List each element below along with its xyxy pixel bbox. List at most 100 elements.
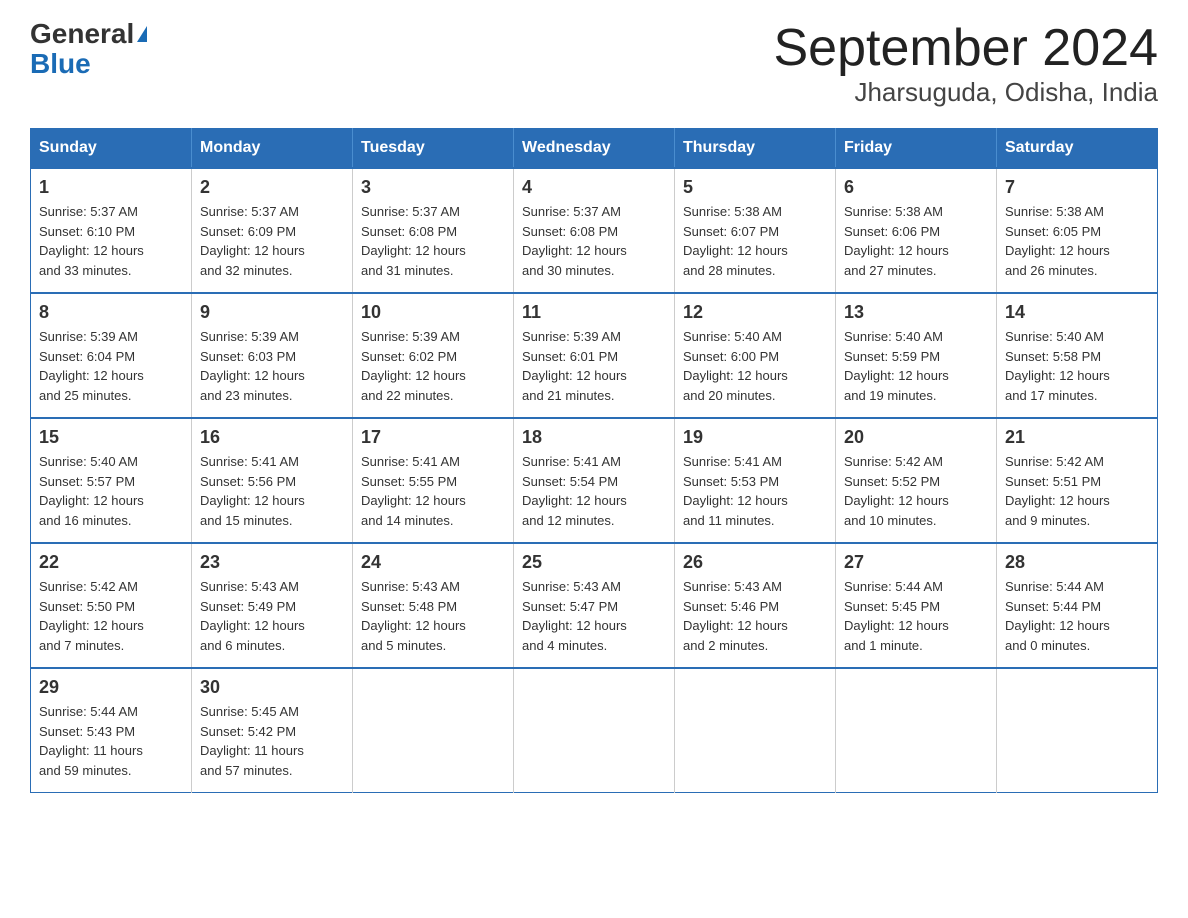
day-cell: 25 Sunrise: 5:43 AMSunset: 5:47 PMDaylig…: [514, 543, 675, 668]
day-cell: 7 Sunrise: 5:38 AMSunset: 6:05 PMDayligh…: [997, 168, 1158, 293]
day-info: Sunrise: 5:39 AMSunset: 6:03 PMDaylight:…: [200, 327, 344, 405]
day-number: 22: [39, 552, 183, 573]
header-sunday: Sunday: [31, 129, 192, 169]
day-cell: 17 Sunrise: 5:41 AMSunset: 5:55 PMDaylig…: [353, 418, 514, 543]
day-info: Sunrise: 5:38 AMSunset: 6:05 PMDaylight:…: [1005, 202, 1149, 280]
day-info: Sunrise: 5:40 AMSunset: 5:57 PMDaylight:…: [39, 452, 183, 530]
day-number: 21: [1005, 427, 1149, 448]
day-cell: [836, 668, 997, 793]
day-cell: 3 Sunrise: 5:37 AMSunset: 6:08 PMDayligh…: [353, 168, 514, 293]
day-number: 28: [1005, 552, 1149, 573]
calendar-subtitle: Jharsuguda, Odisha, India: [774, 77, 1159, 108]
header-wednesday: Wednesday: [514, 129, 675, 169]
day-number: 24: [361, 552, 505, 573]
day-cell: 21 Sunrise: 5:42 AMSunset: 5:51 PMDaylig…: [997, 418, 1158, 543]
header-thursday: Thursday: [675, 129, 836, 169]
day-number: 13: [844, 302, 988, 323]
day-cell: 9 Sunrise: 5:39 AMSunset: 6:03 PMDayligh…: [192, 293, 353, 418]
day-number: 3: [361, 177, 505, 198]
day-cell: 16 Sunrise: 5:41 AMSunset: 5:56 PMDaylig…: [192, 418, 353, 543]
day-info: Sunrise: 5:37 AMSunset: 6:10 PMDaylight:…: [39, 202, 183, 280]
day-info: Sunrise: 5:43 AMSunset: 5:46 PMDaylight:…: [683, 577, 827, 655]
header-monday: Monday: [192, 129, 353, 169]
day-info: Sunrise: 5:37 AMSunset: 6:08 PMDaylight:…: [361, 202, 505, 280]
day-cell: [675, 668, 836, 793]
day-info: Sunrise: 5:43 AMSunset: 5:47 PMDaylight:…: [522, 577, 666, 655]
day-info: Sunrise: 5:42 AMSunset: 5:52 PMDaylight:…: [844, 452, 988, 530]
day-number: 14: [1005, 302, 1149, 323]
day-number: 9: [200, 302, 344, 323]
day-cell: 23 Sunrise: 5:43 AMSunset: 5:49 PMDaylig…: [192, 543, 353, 668]
day-cell: 18 Sunrise: 5:41 AMSunset: 5:54 PMDaylig…: [514, 418, 675, 543]
header-friday: Friday: [836, 129, 997, 169]
day-number: 8: [39, 302, 183, 323]
day-info: Sunrise: 5:41 AMSunset: 5:56 PMDaylight:…: [200, 452, 344, 530]
day-number: 27: [844, 552, 988, 573]
day-info: Sunrise: 5:39 AMSunset: 6:01 PMDaylight:…: [522, 327, 666, 405]
day-cell: 29 Sunrise: 5:44 AMSunset: 5:43 PMDaylig…: [31, 668, 192, 793]
day-number: 19: [683, 427, 827, 448]
week-row-1: 1 Sunrise: 5:37 AMSunset: 6:10 PMDayligh…: [31, 168, 1158, 293]
day-info: Sunrise: 5:44 AMSunset: 5:44 PMDaylight:…: [1005, 577, 1149, 655]
week-row-5: 29 Sunrise: 5:44 AMSunset: 5:43 PMDaylig…: [31, 668, 1158, 793]
logo-text: General: [30, 20, 147, 48]
day-cell: 10 Sunrise: 5:39 AMSunset: 6:02 PMDaylig…: [353, 293, 514, 418]
day-number: 29: [39, 677, 183, 698]
week-row-4: 22 Sunrise: 5:42 AMSunset: 5:50 PMDaylig…: [31, 543, 1158, 668]
calendar-title: September 2024: [774, 20, 1159, 77]
logo-blue-text: Blue: [30, 50, 91, 78]
day-info: Sunrise: 5:44 AMSunset: 5:43 PMDaylight:…: [39, 702, 183, 780]
weekday-header-row: Sunday Monday Tuesday Wednesday Thursday…: [31, 129, 1158, 169]
day-number: 7: [1005, 177, 1149, 198]
week-row-2: 8 Sunrise: 5:39 AMSunset: 6:04 PMDayligh…: [31, 293, 1158, 418]
day-cell: 12 Sunrise: 5:40 AMSunset: 6:00 PMDaylig…: [675, 293, 836, 418]
day-cell: 22 Sunrise: 5:42 AMSunset: 5:50 PMDaylig…: [31, 543, 192, 668]
day-cell: 1 Sunrise: 5:37 AMSunset: 6:10 PMDayligh…: [31, 168, 192, 293]
day-info: Sunrise: 5:43 AMSunset: 5:49 PMDaylight:…: [200, 577, 344, 655]
day-info: Sunrise: 5:44 AMSunset: 5:45 PMDaylight:…: [844, 577, 988, 655]
day-info: Sunrise: 5:38 AMSunset: 6:06 PMDaylight:…: [844, 202, 988, 280]
day-number: 17: [361, 427, 505, 448]
day-info: Sunrise: 5:37 AMSunset: 6:08 PMDaylight:…: [522, 202, 666, 280]
day-info: Sunrise: 5:41 AMSunset: 5:54 PMDaylight:…: [522, 452, 666, 530]
day-number: 30: [200, 677, 344, 698]
day-number: 20: [844, 427, 988, 448]
header-tuesday: Tuesday: [353, 129, 514, 169]
header-saturday: Saturday: [997, 129, 1158, 169]
day-cell: [997, 668, 1158, 793]
day-number: 26: [683, 552, 827, 573]
day-number: 1: [39, 177, 183, 198]
day-number: 11: [522, 302, 666, 323]
day-cell: [353, 668, 514, 793]
day-number: 15: [39, 427, 183, 448]
day-cell: 4 Sunrise: 5:37 AMSunset: 6:08 PMDayligh…: [514, 168, 675, 293]
day-cell: 14 Sunrise: 5:40 AMSunset: 5:58 PMDaylig…: [997, 293, 1158, 418]
day-info: Sunrise: 5:45 AMSunset: 5:42 PMDaylight:…: [200, 702, 344, 780]
day-number: 16: [200, 427, 344, 448]
day-number: 2: [200, 177, 344, 198]
day-cell: 26 Sunrise: 5:43 AMSunset: 5:46 PMDaylig…: [675, 543, 836, 668]
day-number: 12: [683, 302, 827, 323]
day-cell: 28 Sunrise: 5:44 AMSunset: 5:44 PMDaylig…: [997, 543, 1158, 668]
day-cell: 13 Sunrise: 5:40 AMSunset: 5:59 PMDaylig…: [836, 293, 997, 418]
day-cell: 19 Sunrise: 5:41 AMSunset: 5:53 PMDaylig…: [675, 418, 836, 543]
day-cell: 5 Sunrise: 5:38 AMSunset: 6:07 PMDayligh…: [675, 168, 836, 293]
day-info: Sunrise: 5:37 AMSunset: 6:09 PMDaylight:…: [200, 202, 344, 280]
day-number: 5: [683, 177, 827, 198]
day-info: Sunrise: 5:40 AMSunset: 6:00 PMDaylight:…: [683, 327, 827, 405]
day-cell: 11 Sunrise: 5:39 AMSunset: 6:01 PMDaylig…: [514, 293, 675, 418]
day-cell: 20 Sunrise: 5:42 AMSunset: 5:52 PMDaylig…: [836, 418, 997, 543]
day-cell: 30 Sunrise: 5:45 AMSunset: 5:42 PMDaylig…: [192, 668, 353, 793]
day-info: Sunrise: 5:40 AMSunset: 5:58 PMDaylight:…: [1005, 327, 1149, 405]
day-info: Sunrise: 5:42 AMSunset: 5:51 PMDaylight:…: [1005, 452, 1149, 530]
day-number: 4: [522, 177, 666, 198]
day-cell: 2 Sunrise: 5:37 AMSunset: 6:09 PMDayligh…: [192, 168, 353, 293]
day-info: Sunrise: 5:38 AMSunset: 6:07 PMDaylight:…: [683, 202, 827, 280]
week-row-3: 15 Sunrise: 5:40 AMSunset: 5:57 PMDaylig…: [31, 418, 1158, 543]
day-cell: [514, 668, 675, 793]
day-info: Sunrise: 5:41 AMSunset: 5:53 PMDaylight:…: [683, 452, 827, 530]
day-cell: 8 Sunrise: 5:39 AMSunset: 6:04 PMDayligh…: [31, 293, 192, 418]
title-section: September 2024 Jharsuguda, Odisha, India: [774, 20, 1159, 108]
day-info: Sunrise: 5:43 AMSunset: 5:48 PMDaylight:…: [361, 577, 505, 655]
page-header: General Blue September 2024 Jharsuguda, …: [30, 20, 1158, 108]
